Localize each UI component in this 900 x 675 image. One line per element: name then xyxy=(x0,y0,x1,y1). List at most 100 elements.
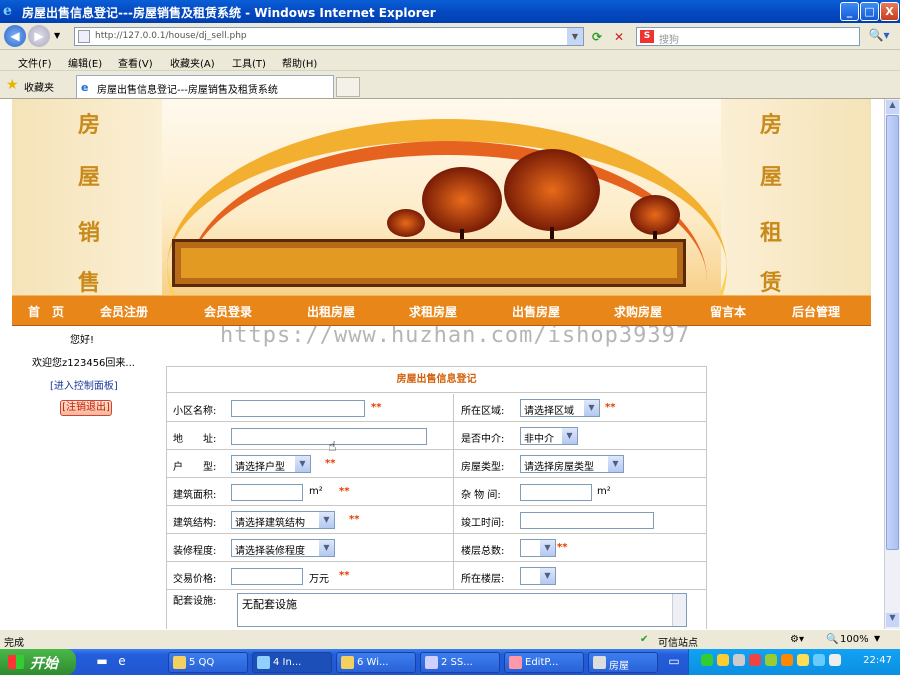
area-input[interactable] xyxy=(231,484,303,501)
address-input[interactable]: http://127.0.0.1/house/dj_sell.php ▼ xyxy=(74,27,584,46)
tab-title: 房屋出售信息登记---房屋销售及租赁系统 xyxy=(97,85,278,96)
tray-icon[interactable] xyxy=(717,654,729,666)
scroll-down-icon[interactable]: ▼ xyxy=(886,613,899,627)
task-ie[interactable]: 4 In... xyxy=(252,652,332,673)
nav-register[interactable]: 会员注册 xyxy=(100,303,148,320)
keyboard-icon[interactable]: ▭ xyxy=(666,654,682,670)
address-dropdown-icon[interactable]: ▼ xyxy=(567,28,583,45)
tray-icon[interactable] xyxy=(701,654,713,666)
storage-unit: m² xyxy=(597,486,611,497)
new-tab-button[interactable] xyxy=(336,77,360,97)
start-button[interactable]: 开始 xyxy=(0,649,76,675)
tray-icon[interactable] xyxy=(813,654,825,666)
menu-tools[interactable]: 工具(T) xyxy=(232,55,266,70)
logout-button[interactable]: [注销退出] xyxy=(60,400,112,416)
label-storage: 杂 物 间: xyxy=(461,490,501,501)
scroll-up-icon[interactable]: ▲ xyxy=(886,100,899,114)
menu-edit[interactable]: 编辑(E) xyxy=(68,55,102,70)
area-unit: m² xyxy=(309,486,323,497)
tray-icon[interactable] xyxy=(781,654,793,666)
form-row: 地 址: 是否中介: 非中介 ▼ xyxy=(167,422,706,450)
task-house[interactable]: 房屋 xyxy=(588,652,658,673)
floor-select[interactable]: ▼ xyxy=(520,567,556,585)
browser-tab[interactable]: e 房屋出售信息登记---房屋销售及租赁系统 xyxy=(76,75,334,98)
completion-input[interactable] xyxy=(520,512,654,529)
nav-guestbook[interactable]: 留言本 xyxy=(710,303,746,320)
tab-ie-icon: e xyxy=(81,81,89,94)
chevron-down-icon: ▼ xyxy=(319,512,334,528)
zoom-level[interactable]: 100% xyxy=(840,634,869,645)
close-button[interactable]: X xyxy=(880,2,899,21)
search-input[interactable]: S 搜狗 xyxy=(636,27,860,46)
task-editplus[interactable]: EditP... xyxy=(504,652,584,673)
task-ss[interactable]: 2 SS... xyxy=(420,652,500,673)
form-row: 建筑面积: m² ** 杂 物 间: m² xyxy=(167,478,706,506)
volume-icon[interactable] xyxy=(829,654,841,666)
form-row: 配套设施: 无配套设施 xyxy=(167,590,706,629)
nav-login[interactable]: 会员登录 xyxy=(204,303,252,320)
sale-registration-form: 房屋出售信息登记 小区名称: ** 所在区域: 请选择区域 ▼ ** 地 址: 是… xyxy=(166,366,707,629)
control-panel-link[interactable]: [进入控制面板] xyxy=(50,377,118,392)
stop-icon[interactable]: ✕ xyxy=(610,28,628,46)
menu-favorites[interactable]: 收藏夹(A) xyxy=(170,55,215,70)
storage-input[interactable] xyxy=(520,484,592,501)
chevron-down-icon: ▼ xyxy=(540,540,555,556)
label-price: 交易价格: xyxy=(173,574,217,585)
community-input[interactable] xyxy=(231,400,365,417)
maximize-button[interactable]: □ xyxy=(860,2,879,21)
nav-want-buy[interactable]: 求购房屋 xyxy=(614,303,662,320)
taskbar: 开始 ▬ e 5 QQ 4 In... 6 Wi... 2 SS... Edit… xyxy=(0,649,900,675)
label-layout: 户 型: xyxy=(173,462,217,473)
menu-view[interactable]: 查看(V) xyxy=(118,55,153,70)
zoom-dropdown-icon[interactable]: ▼ xyxy=(874,634,880,643)
price-unit: 万元 xyxy=(309,574,329,585)
minimize-button[interactable]: _ xyxy=(840,2,859,21)
watermark-text: https://www.huzhan.com/ishop39397 xyxy=(220,323,691,348)
structure-select[interactable]: 请选择建筑结构 ▼ xyxy=(231,511,335,529)
folder-icon[interactable]: ▬ xyxy=(94,654,110,670)
search-button[interactable]: 🔍▾ xyxy=(864,28,894,45)
tray-icon[interactable] xyxy=(733,654,745,666)
task-explorer[interactable]: 6 Wi... xyxy=(336,652,416,673)
history-dropdown-icon[interactable]: ▼ xyxy=(54,31,60,40)
facilities-textarea[interactable]: 无配套设施 xyxy=(237,593,687,627)
textarea-scrollbar[interactable] xyxy=(672,594,686,626)
chevron-down-icon: ▼ xyxy=(295,456,310,472)
decoration-select[interactable]: 请选择装修程度 ▼ xyxy=(231,539,335,557)
label-facilities: 配套设施: xyxy=(173,596,217,607)
total-floors-select[interactable]: ▼ xyxy=(520,539,556,557)
price-input[interactable] xyxy=(231,568,303,585)
nav-seek-rent[interactable]: 求租房屋 xyxy=(409,303,457,320)
tray-icon[interactable] xyxy=(765,654,777,666)
nav-admin[interactable]: 后台管理 xyxy=(792,303,840,320)
district-select[interactable]: 请选择区域 ▼ xyxy=(520,399,600,417)
sogou-icon: S xyxy=(640,30,654,43)
favorites-label[interactable]: 收藏夹 xyxy=(24,79,54,94)
menu-file[interactable]: 文件(F) xyxy=(18,55,52,70)
agency-select[interactable]: 非中介 ▼ xyxy=(520,427,578,445)
layout-select[interactable]: 请选择户型 ▼ xyxy=(231,455,311,473)
house-type-select[interactable]: 请选择房屋类型 ▼ xyxy=(520,455,624,473)
menu-help[interactable]: 帮助(H) xyxy=(282,55,317,70)
banner-tree xyxy=(504,149,600,231)
page-scrollbar[interactable]: ▲ ▼ xyxy=(884,99,900,629)
task-qq[interactable]: 5 QQ xyxy=(168,652,248,673)
tray-icon[interactable] xyxy=(797,654,809,666)
nav-rent-out[interactable]: 出租房屋 xyxy=(307,303,355,320)
tray-icon[interactable] xyxy=(749,654,761,666)
refresh-icon[interactable]: ⟳ xyxy=(588,28,606,46)
protected-mode-icon[interactable]: ⚙▾ xyxy=(790,634,804,645)
address-toolbar: ◀ ▶ ▼ http://127.0.0.1/house/dj_sell.php… xyxy=(0,23,900,50)
favorites-star-icon[interactable]: ★ xyxy=(6,77,19,93)
ie-quicklaunch-icon[interactable]: e xyxy=(114,654,130,670)
banner-left-char: 售 xyxy=(78,270,101,295)
back-button[interactable]: ◀ xyxy=(4,25,26,47)
search-placeholder: 搜狗 xyxy=(659,35,679,46)
forward-button[interactable]: ▶ xyxy=(28,25,50,47)
nav-for-sale[interactable]: 出售房屋 xyxy=(512,303,560,320)
form-row: 交易价格: 万元 ** 所在楼层: ▼ xyxy=(167,562,706,590)
scroll-thumb[interactable] xyxy=(886,115,899,550)
form-title: 房屋出售信息登记 xyxy=(167,367,706,393)
nav-home[interactable]: 首 页 xyxy=(28,303,64,320)
label-house-type: 房屋类型: xyxy=(461,462,505,473)
